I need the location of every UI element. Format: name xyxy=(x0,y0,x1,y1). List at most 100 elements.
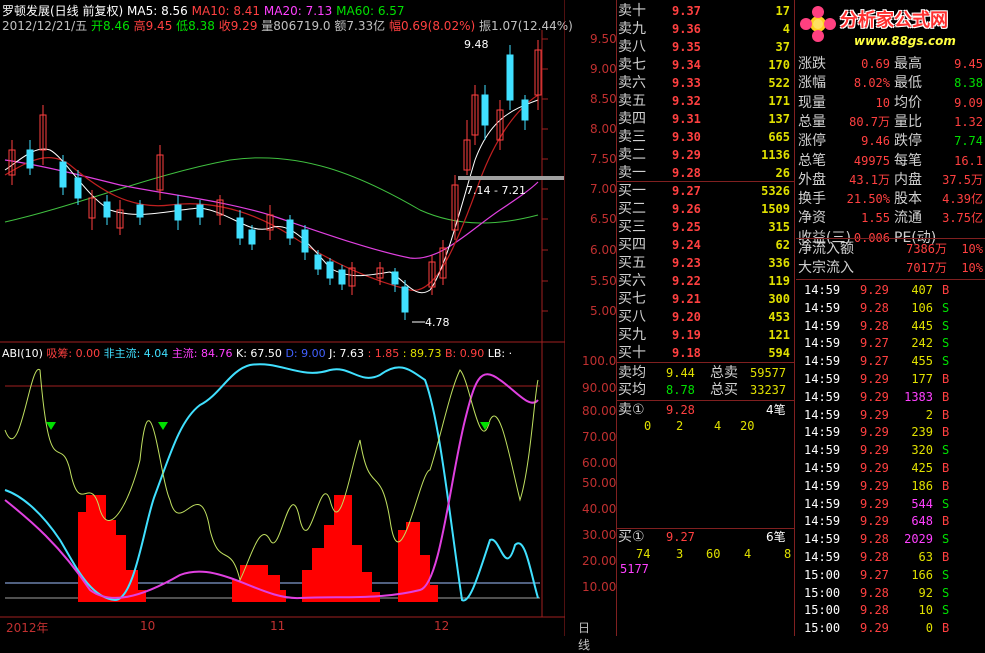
ind-axis-30: 30.00 xyxy=(582,528,617,542)
buy-level-row[interactable]: 买一 9.27 5326 xyxy=(616,182,794,201)
sell-level-label: 卖六 xyxy=(618,75,646,91)
stat-label: 内盘 xyxy=(894,171,922,188)
buy1-count: 6笔 xyxy=(766,530,786,544)
sell-level-price: 9.29 xyxy=(672,148,701,162)
tick-row[interactable]: 14:59 9.29 1383 B xyxy=(800,388,985,406)
tick-price: 9.28 xyxy=(860,550,889,564)
sell-level-volume: 170 xyxy=(768,58,790,72)
tick-price: 9.28 xyxy=(860,318,889,333)
stat-row: 现量 10 均价 9.09 xyxy=(796,94,985,113)
buy-level-price: 9.26 xyxy=(672,202,701,216)
stat-label: 每笔 xyxy=(894,152,922,169)
sell-level-row[interactable]: 卖五 9.32 171 xyxy=(616,92,794,111)
sell-level-row[interactable]: 卖八 9.35 37 xyxy=(616,38,794,57)
buy-level-row[interactable]: 买二 9.26 1509 xyxy=(616,200,794,219)
buy-level-row[interactable]: 买三 9.25 315 xyxy=(616,218,794,237)
sell1-label: 卖① xyxy=(618,402,645,418)
tick-volume: 425 xyxy=(911,461,933,475)
buy-level-row[interactable]: 买四 9.24 62 xyxy=(616,236,794,255)
tick-row[interactable]: 14:59 9.29 177 B xyxy=(800,370,985,388)
buy-level-volume: 594 xyxy=(768,346,790,360)
sell-level-row[interactable]: 卖二 9.29 1136 xyxy=(616,146,794,165)
tick-row[interactable]: 14:59 9.29 648 B xyxy=(800,512,985,530)
buy-level-row[interactable]: 买八 9.20 453 xyxy=(616,308,794,327)
tick-row[interactable]: 15:00 9.28 92 S xyxy=(800,584,985,602)
stat-label: 跌停 xyxy=(894,133,922,150)
tick-volume: 106 xyxy=(911,300,933,315)
buy-level-label: 买四 xyxy=(618,237,646,253)
sell-level-label: 卖八 xyxy=(618,39,646,55)
tick-row[interactable]: 15:00 9.29 0 B xyxy=(800,619,985,637)
sell-level-label: 卖四 xyxy=(618,111,646,127)
ind-b: B: 0.90 xyxy=(444,347,485,360)
tick-row[interactable]: 14:59 9.28 106 S xyxy=(800,299,985,317)
tick-time: 14:59 xyxy=(804,318,841,333)
buy-level-row[interactable]: 买五 9.23 336 xyxy=(616,254,794,273)
stat-row: 换手 21.50% 股本 4.39亿 xyxy=(796,190,985,209)
tick-row[interactable]: 14:59 9.29 239 B xyxy=(800,423,985,441)
sell-level-row[interactable]: 卖九 9.36 4 xyxy=(616,20,794,39)
buy-level-label: 买五 xyxy=(618,255,646,271)
buy-level-row[interactable]: 买九 9.19 121 xyxy=(616,326,794,345)
buy-level-label: 买二 xyxy=(618,201,646,217)
tick-time: 14:59 xyxy=(804,514,841,529)
sell-level-label: 卖七 xyxy=(618,57,646,73)
flow-row: 大宗流入 7017万 10% xyxy=(796,259,985,278)
tick-row[interactable]: 14:59 9.29 407 B xyxy=(800,281,985,299)
buy-level-row[interactable]: 买七 9.21 300 xyxy=(616,290,794,309)
tick-volume: 407 xyxy=(911,283,933,297)
sell-level-row[interactable]: 卖四 9.31 137 xyxy=(616,110,794,129)
chart-area[interactable]: 罗顿发展(日线 前复权) MA5: 8.56 MA10: 8.41 MA20: … xyxy=(0,0,617,652)
buy-level-label: 买六 xyxy=(618,273,646,289)
axis-500: 5.00 xyxy=(590,304,617,318)
period-label[interactable]: 日线 xyxy=(578,619,590,653)
buy-level-price: 9.25 xyxy=(672,220,701,234)
buy-level-volume: 336 xyxy=(768,256,790,270)
ind-axis-50: 50.00 xyxy=(582,476,617,490)
tick-price: 9.29 xyxy=(860,478,889,493)
buy-level-volume: 119 xyxy=(768,274,790,288)
tick-row[interactable]: 14:59 9.27 455 S xyxy=(800,352,985,370)
tick-price: 9.28 xyxy=(860,585,889,600)
tick-side: B xyxy=(942,372,950,386)
sell-level-price: 9.31 xyxy=(672,112,701,126)
ind-name: ABI(10) xyxy=(2,347,43,360)
sell-level-volume: 17 xyxy=(775,4,790,18)
ind-axis-70: 70.00 xyxy=(582,430,617,444)
stat-label: 涨跌 xyxy=(798,56,826,72)
sell-level-row[interactable]: 卖十 9.37 17 xyxy=(616,2,794,21)
time-year: 2012年 xyxy=(6,621,49,635)
buy-level-price: 9.19 xyxy=(672,328,701,342)
stat-value: 9.46 xyxy=(861,134,890,149)
buy-level-price: 9.22 xyxy=(672,274,701,288)
buy-level-row[interactable]: 买六 9.22 119 xyxy=(616,272,794,291)
tick-row[interactable]: 14:59 9.29 2 B xyxy=(800,406,985,424)
tick-row[interactable]: 14:59 9.28 2029 S xyxy=(800,530,985,548)
buy-level-row[interactable]: 买十 9.18 594 xyxy=(616,344,794,363)
tick-row[interactable]: 15:00 9.28 10 S xyxy=(800,601,985,619)
sell-level-price: 9.34 xyxy=(672,58,701,72)
tick-row[interactable]: 14:59 9.29 320 S xyxy=(800,441,985,459)
tick-row[interactable]: 14:59 9.29 425 B xyxy=(800,459,985,477)
sell-level-row[interactable]: 卖七 9.34 170 xyxy=(616,56,794,75)
tick-row[interactable]: 14:59 9.28 63 B xyxy=(800,548,985,566)
stat-label: 净资 xyxy=(798,210,826,227)
tick-price: 9.29 xyxy=(860,425,889,440)
tick-row[interactable]: 14:59 9.29 186 B xyxy=(800,477,985,495)
axis-550: 5.50 xyxy=(590,274,617,288)
sell-level-volume: 171 xyxy=(768,94,790,108)
kline-chart[interactable] xyxy=(0,0,565,636)
stat-label: 涨幅 xyxy=(798,75,826,92)
tick-row[interactable]: 14:59 9.27 242 S xyxy=(800,334,985,352)
ind-j: J: 7.63 xyxy=(329,347,365,360)
tick-time: 14:59 xyxy=(804,372,841,386)
tick-row[interactable]: 15:00 9.27 166 S xyxy=(800,566,985,584)
tick-volume: 10 xyxy=(918,603,933,618)
tick-side: B xyxy=(942,514,950,529)
sell-level-row[interactable]: 卖三 9.30 665 xyxy=(616,128,794,147)
tick-row[interactable]: 14:59 9.29 544 S xyxy=(800,495,985,513)
tick-row[interactable]: 14:59 9.28 445 S xyxy=(800,317,985,335)
buy-level-volume: 5326 xyxy=(761,184,790,198)
axis-800: 8.00 xyxy=(590,122,617,136)
sell-level-row[interactable]: 卖六 9.33 522 xyxy=(616,74,794,93)
